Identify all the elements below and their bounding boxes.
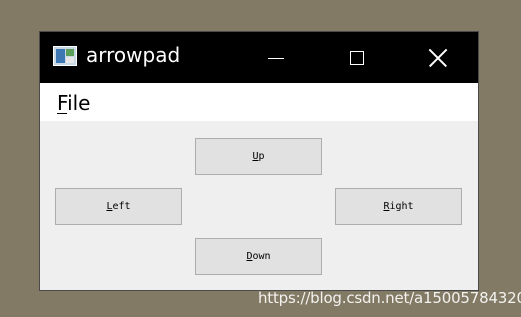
left-button-label: eft <box>112 201 131 212</box>
right-button-label: ight <box>389 201 414 212</box>
minimize-button[interactable] <box>253 32 299 83</box>
maximize-button[interactable] <box>334 32 380 83</box>
down-button[interactable]: Down <box>195 238 322 275</box>
maximize-icon <box>350 51 364 65</box>
app-window-icon[interactable] <box>53 46 77 66</box>
title-bar[interactable]: arrowpad <box>40 32 478 83</box>
left-button[interactable]: Left <box>55 188 182 225</box>
menu-item-file-mnemonic: F <box>57 91 68 115</box>
down-button-label: own <box>252 251 271 262</box>
close-icon <box>429 49 447 67</box>
minimize-icon <box>268 58 284 59</box>
window-title: arrowpad <box>86 43 181 67</box>
right-button[interactable]: Right <box>335 188 462 225</box>
close-button[interactable] <box>415 32 461 83</box>
menu-item-file[interactable]: File <box>57 91 90 115</box>
up-button-label: p <box>258 151 265 162</box>
menu-item-file-label: ile <box>67 91 91 115</box>
arrowpad-window: arrowpad File Up Left Right Down <box>39 31 479 291</box>
up-button[interactable]: Up <box>195 138 322 175</box>
menu-bar: File <box>40 83 478 121</box>
watermark-text: https://blog.csdn.net/a15005784320 <box>258 289 521 307</box>
